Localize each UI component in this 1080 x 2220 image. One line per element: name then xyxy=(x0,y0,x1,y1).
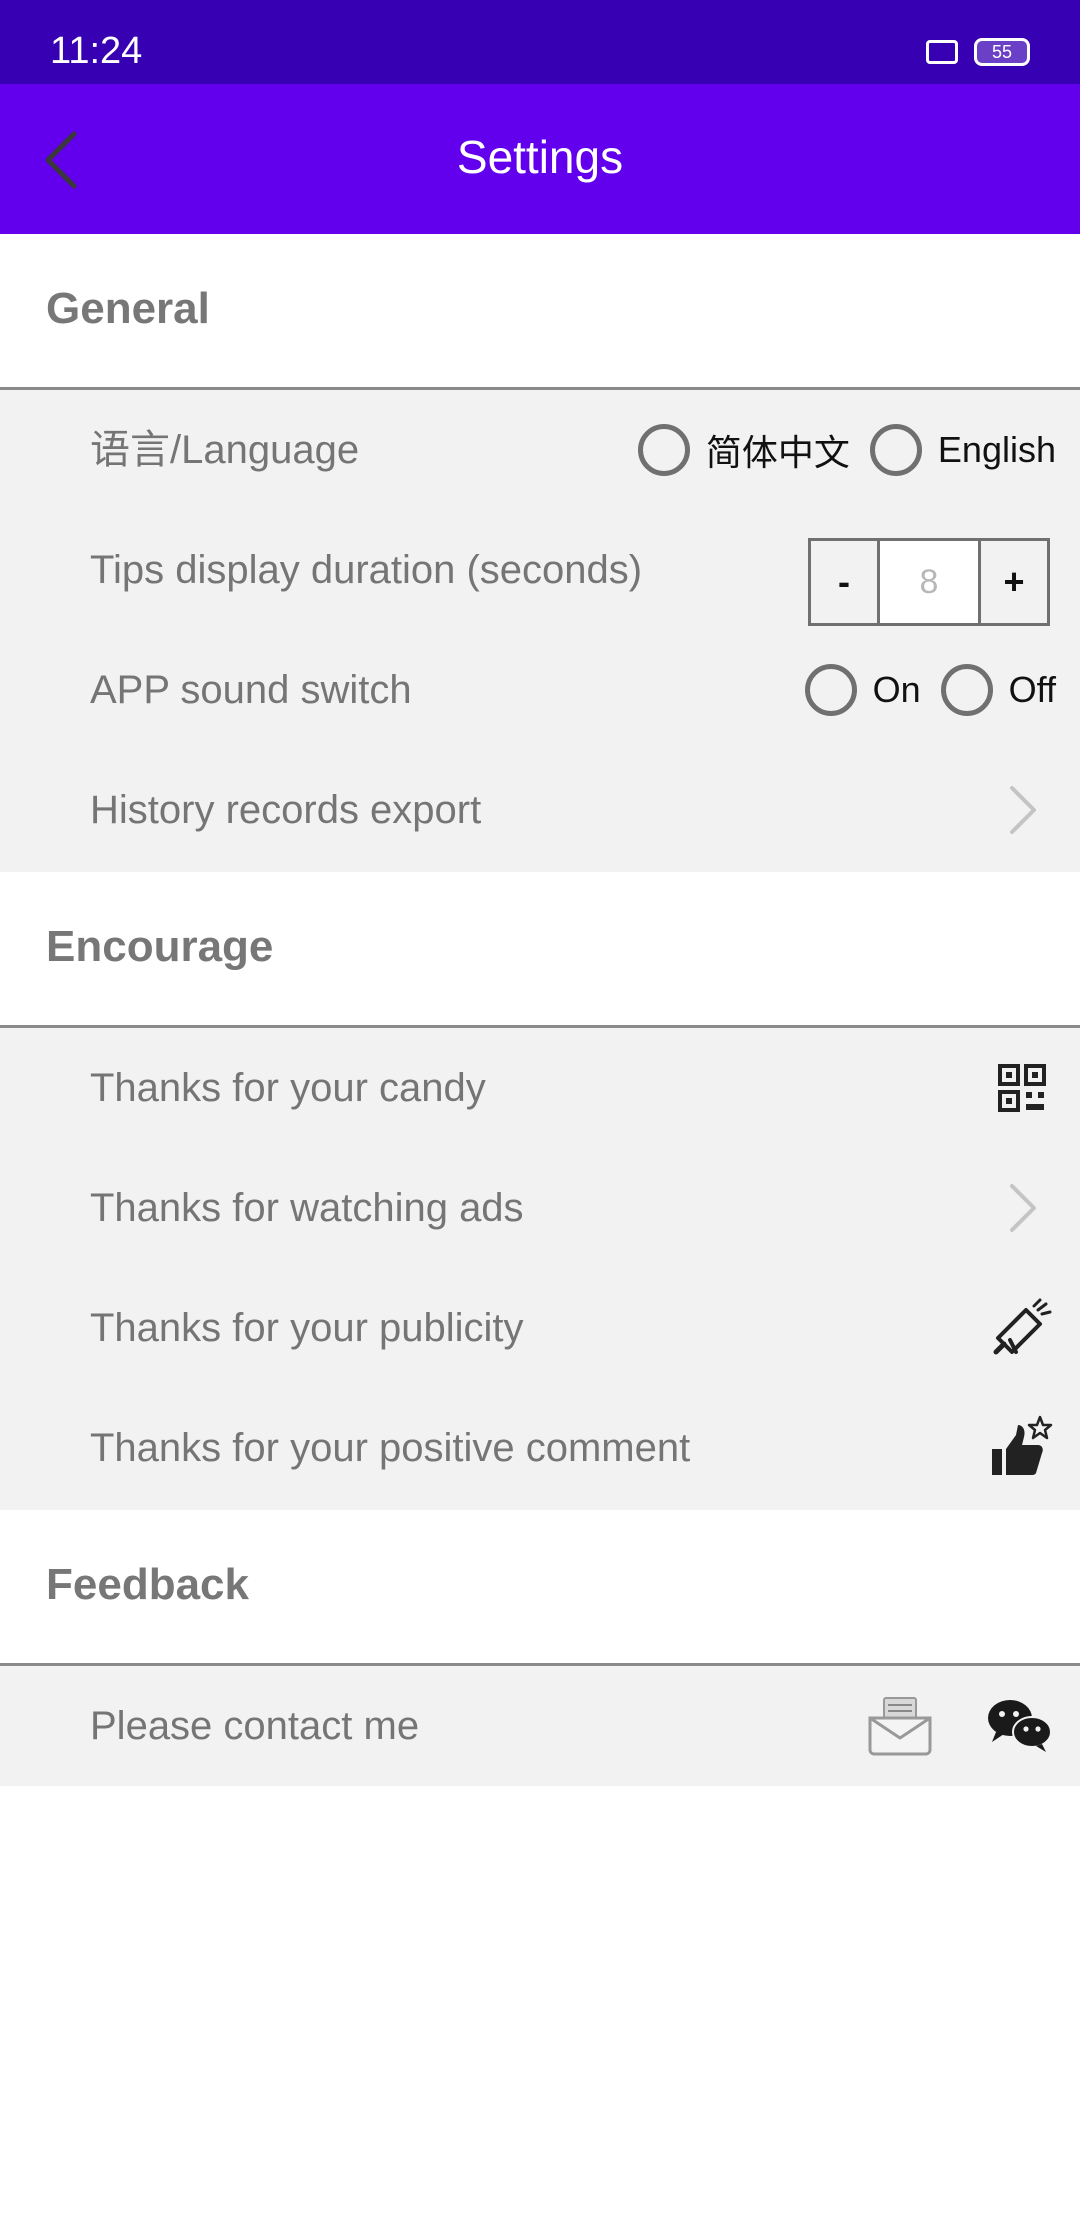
contact-row: Please contact me xyxy=(0,1666,1080,1786)
wechat-icon xyxy=(988,1700,1052,1752)
section-title-general: General xyxy=(46,284,210,333)
megaphone-icon xyxy=(993,1298,1052,1355)
language-option-cn[interactable]: 简体中文 xyxy=(637,424,850,476)
language-label: 语言/Language xyxy=(90,428,360,472)
status-icons: 55 xyxy=(926,38,1030,66)
radio-label: 简体中文 xyxy=(705,432,850,473)
publicity-row[interactable]: Thanks for your publicity xyxy=(0,1268,1080,1388)
tips-duration-label: Tips display duration (seconds) xyxy=(90,548,643,592)
battery-level: 55 xyxy=(991,41,1013,62)
sound-switch-row: APP sound switch On Off xyxy=(0,630,1080,750)
candy-label: Thanks for your candy xyxy=(90,1066,486,1110)
status-bar: 11:24 55 xyxy=(0,0,1080,84)
page-title: Settings xyxy=(456,131,624,183)
radio-label: On xyxy=(872,669,921,710)
section-header-feedback: Feedback xyxy=(0,1510,1080,1666)
thumbs-up-star-icon xyxy=(992,1415,1053,1475)
app-bar: Settings xyxy=(0,84,1080,234)
history-export-label: History records export xyxy=(90,788,482,832)
chevron-right-icon xyxy=(1010,786,1036,834)
radio-circle[interactable] xyxy=(869,424,922,476)
publicity-label: Thanks for your publicity xyxy=(90,1306,524,1350)
history-export-row[interactable]: History records export xyxy=(0,750,1080,870)
candy-row[interactable]: Thanks for your candy xyxy=(0,1028,1080,1148)
language-row: 语言/Language 简体中文 English xyxy=(0,390,1080,510)
publicity-icon-wrap xyxy=(990,1268,1054,1388)
email-button[interactable] xyxy=(866,1666,934,1786)
radio-circle[interactable] xyxy=(637,424,690,476)
encourage-group: Thanks for your candy Thanks for watchin… xyxy=(0,1028,1080,1510)
sound-option-off[interactable]: Off xyxy=(940,664,1056,716)
wechat-button[interactable] xyxy=(986,1666,1052,1786)
sound-option-on[interactable]: On xyxy=(804,664,921,716)
sound-radio-group: On Off xyxy=(785,630,1056,750)
positive-comment-label: Thanks for your positive comment xyxy=(90,1426,691,1470)
section-header-encourage: Encourage xyxy=(0,872,1080,1028)
decrement-button[interactable]: - xyxy=(811,541,877,623)
ads-arrow xyxy=(1002,1148,1042,1268)
qr-code-icon xyxy=(998,1064,1046,1112)
section-header-general: General xyxy=(0,234,1080,390)
tips-duration-row: Tips display duration (seconds) - 8 + xyxy=(0,510,1080,630)
radio-circle[interactable] xyxy=(804,664,857,716)
tips-duration-stepper: - 8 + xyxy=(808,538,1050,626)
candy-icon-wrap xyxy=(998,1028,1046,1148)
increment-button[interactable]: + xyxy=(981,541,1047,623)
language-radio-group: 简体中文 English xyxy=(618,390,1056,510)
section-title-feedback: Feedback xyxy=(46,1560,249,1609)
language-option-en[interactable]: English xyxy=(869,424,1056,476)
radio-label: English xyxy=(937,429,1056,470)
battery-icon: 55 xyxy=(974,38,1030,66)
sound-switch-label: APP sound switch xyxy=(90,668,412,712)
duration-value-input[interactable]: 8 xyxy=(877,541,981,623)
section-title-encourage: Encourage xyxy=(46,922,274,971)
radio-label: Off xyxy=(1008,669,1056,710)
mail-icon xyxy=(868,1697,932,1756)
general-group: 语言/Language 简体中文 English Tips display du… xyxy=(0,390,1080,872)
contact-label: Please contact me xyxy=(90,1704,420,1748)
chevron-right-icon xyxy=(1010,1184,1036,1232)
ads-row[interactable]: Thanks for watching ads xyxy=(0,1148,1080,1268)
comment-icon-wrap xyxy=(988,1388,1054,1508)
ads-label: Thanks for watching ads xyxy=(90,1186,524,1230)
history-export-arrow xyxy=(1002,750,1042,870)
positive-comment-row[interactable]: Thanks for your positive comment xyxy=(0,1388,1080,1508)
feedback-group: Please contact me xyxy=(0,1666,1080,1786)
radio-circle[interactable] xyxy=(940,664,993,716)
status-time: 11:24 xyxy=(50,30,143,72)
sim-card-icon xyxy=(926,40,958,64)
